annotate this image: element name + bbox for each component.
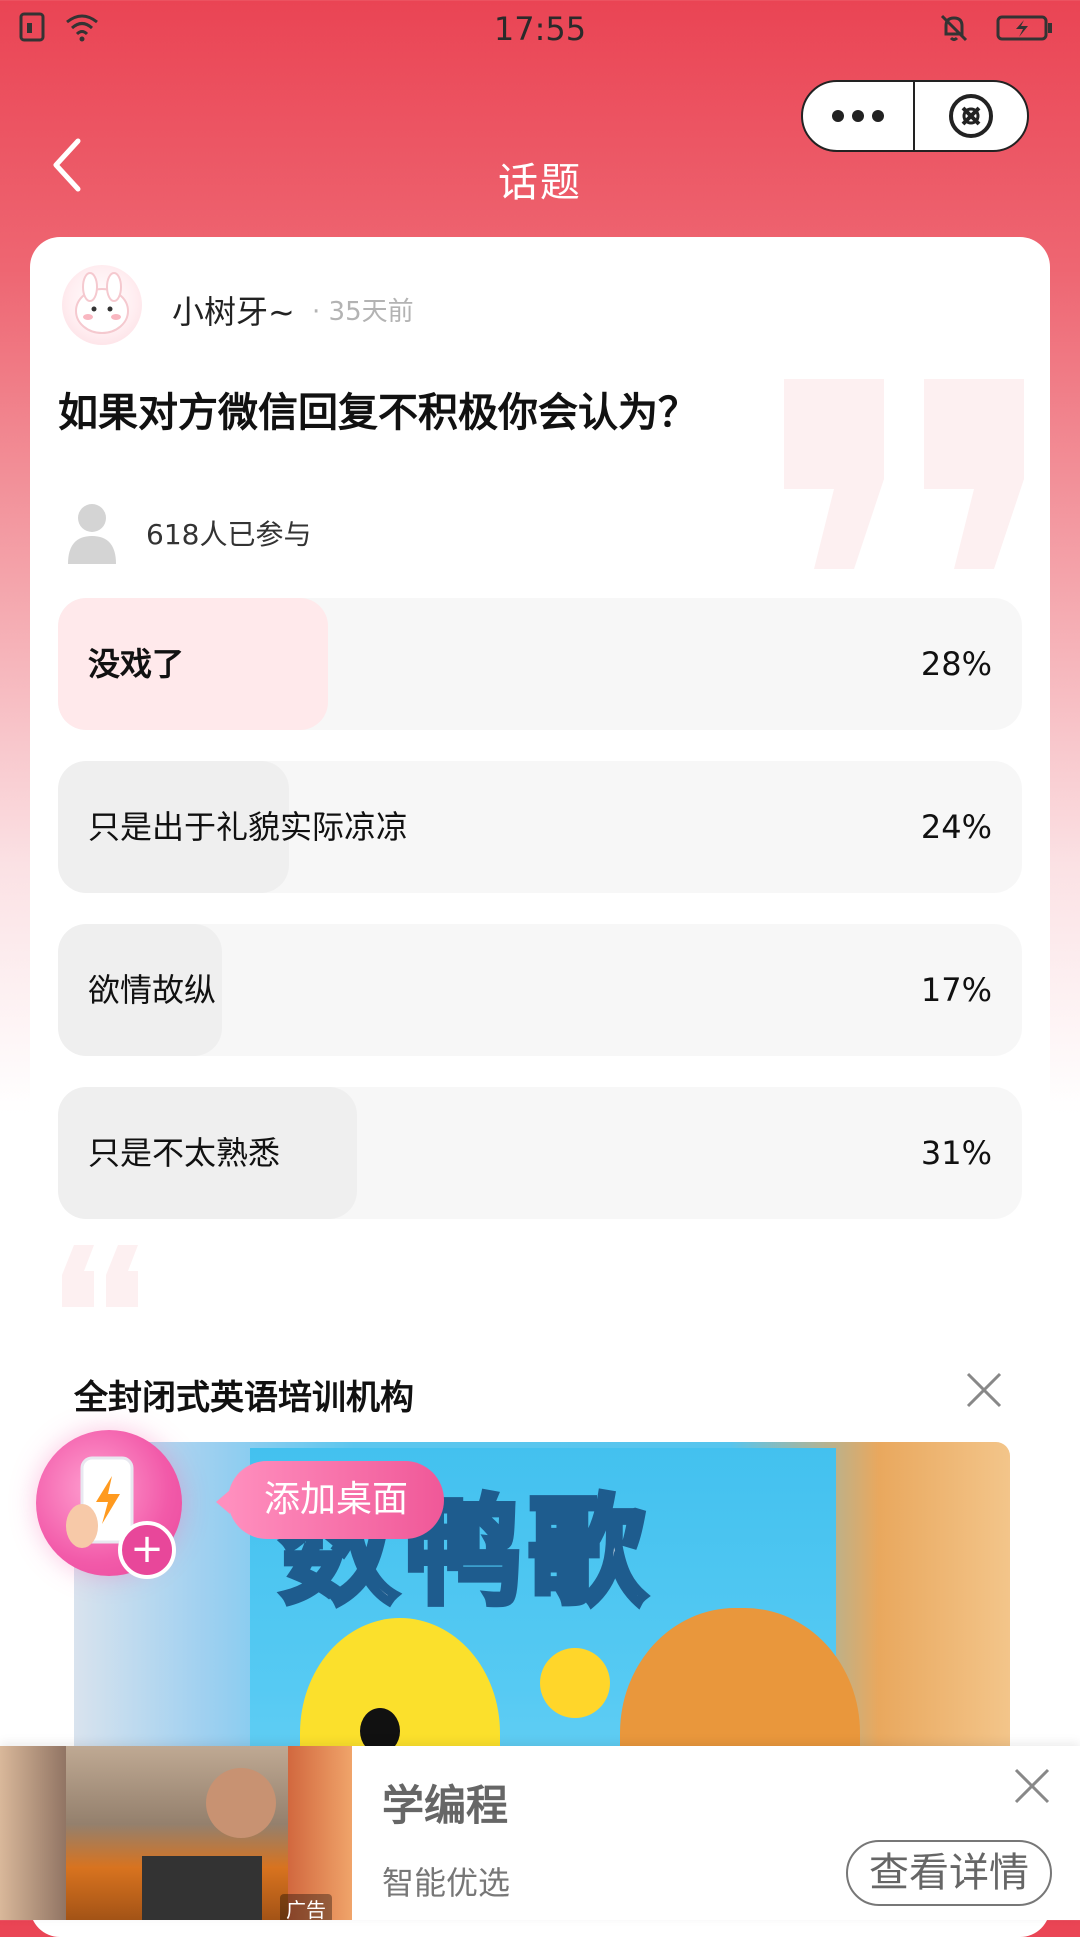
poll-option-percent: 31% <box>920 1134 992 1172</box>
banner-kid-figure <box>206 1768 276 1838</box>
banner-image[interactable]: 广告 <box>0 1746 352 1920</box>
banner-laptop-figure <box>142 1856 262 1920</box>
add-desktop-label[interactable]: 添加桌面 <box>228 1461 445 1539</box>
bottom-banner-ad[interactable]: 广告 学编程 智能优选 查看详情 <box>0 1746 1080 1920</box>
poll-option[interactable]: 没戏了 28% <box>58 598 1022 730</box>
close-circle-icon <box>949 94 993 138</box>
poll-option-percent: 24% <box>920 808 992 846</box>
poll-option-label: 没戏了 <box>88 645 185 683</box>
banner-close-icon[interactable] <box>1012 1766 1052 1806</box>
view-details-button[interactable]: 查看详情 <box>846 1840 1052 1906</box>
person-icon <box>68 504 116 564</box>
post-time: · 35天前 <box>312 297 414 327</box>
battery-charging-icon <box>996 15 1052 41</box>
poll-option[interactable]: 只是出于礼貌实际凉凉 24% <box>58 761 1022 893</box>
username[interactable]: 小树牙~ <box>172 287 295 333</box>
open-quote-icon <box>62 1245 138 1307</box>
poll-option-label: 只是不太熟悉 <box>88 1134 281 1172</box>
topic-question: 如果对方微信回复不积极你会认为？ <box>58 390 698 436</box>
duckling-illustration <box>540 1648 610 1718</box>
ad-close-icon[interactable] <box>964 1370 1004 1410</box>
poll-option-percent: 28% <box>920 645 992 683</box>
ad-tag: 广告 <box>280 1894 332 1920</box>
poll-option-percent: 17% <box>920 971 992 1009</box>
page-title: 话题 <box>498 160 582 206</box>
avatar[interactable] <box>62 265 142 345</box>
ad-tag-label: 广告 <box>286 1898 326 1920</box>
more-dots-icon <box>832 110 884 122</box>
banner-photo <box>66 1746 288 1920</box>
more-button[interactable] <box>803 82 915 150</box>
topic-card: 小树牙~ · 35天前 如果对方微信回复不积极你会认为？ 618人已参与 没戏了… <box>30 237 1050 1937</box>
ad-title[interactable]: 全封闭式英语培训机构 <box>74 1370 414 1419</box>
bunny-avatar-icon <box>75 272 129 334</box>
participants: 618人已参与 <box>66 502 311 564</box>
quote-mark-icon <box>784 379 1024 569</box>
mini-program-capsule <box>801 80 1029 152</box>
banner-title[interactable]: 学编程 <box>382 1772 508 1833</box>
status-bar: 17:55 <box>0 0 1080 58</box>
poll-option-label: 只是出于礼貌实际凉凉 <box>88 808 409 846</box>
mute-bell-icon <box>940 14 968 42</box>
poll-options: 没戏了 28% 只是出于礼貌实际凉凉 24% 欲情故纵 17% 只是不太熟悉 31% <box>58 598 1022 1250</box>
status-right <box>938 12 1054 44</box>
status-time: 17:55 <box>493 10 587 48</box>
close-mini-program-button[interactable] <box>915 82 1027 150</box>
plus-icon[interactable]: + <box>118 1521 176 1579</box>
participants-count: 618人已参与 <box>146 518 312 551</box>
poll-option[interactable]: 只是不太熟悉 31% <box>58 1087 1022 1219</box>
poll-option[interactable]: 欲情故纵 17% <box>58 924 1022 1056</box>
banner-subtitle: 智能优选 <box>382 1864 511 1902</box>
poll-option-label: 欲情故纵 <box>88 971 217 1009</box>
